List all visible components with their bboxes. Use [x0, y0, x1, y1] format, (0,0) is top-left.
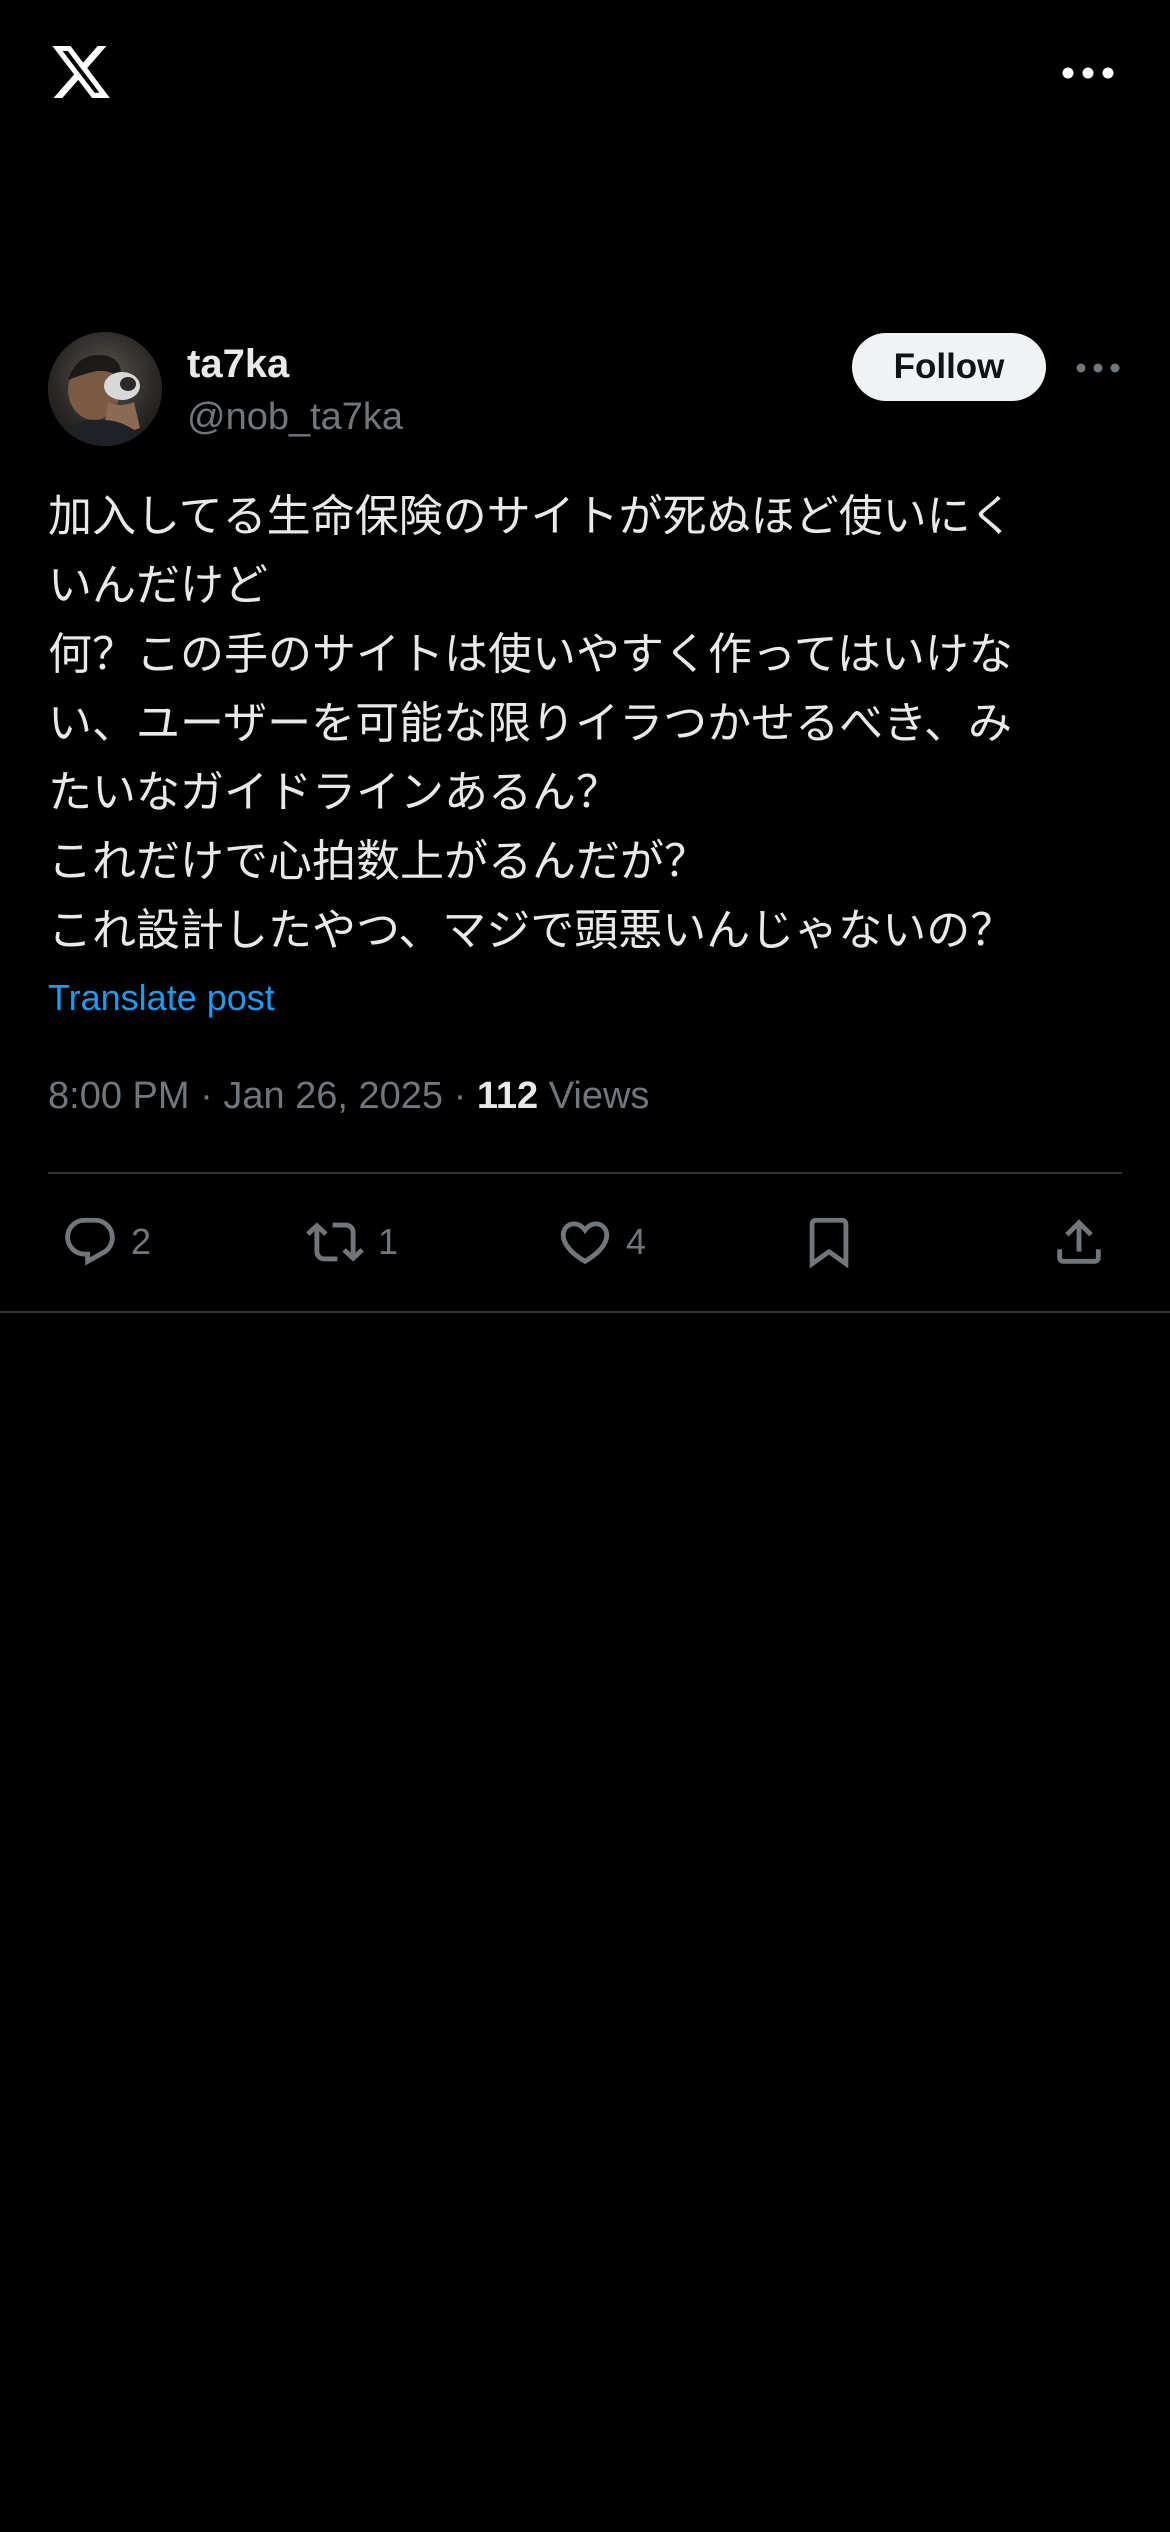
views-count: 112 — [476, 1075, 539, 1117]
meta-separator: · — [200, 1075, 213, 1117]
post-text-line: 加入してる生命保険のサイトが死ぬほど使いにく — [48, 491, 1014, 542]
author-name[interactable]: ta7ka — [187, 340, 289, 388]
bookmark-icon — [809, 1217, 849, 1269]
share-icon — [1057, 1219, 1101, 1264]
more-horizontal-icon[interactable] — [1074, 352, 1122, 384]
post-text-line: たいなガイドラインあるん？ — [48, 767, 620, 818]
post-text-line: い、ユーザーを可能な限りイラつかせるべき、み — [48, 698, 1013, 749]
x-logo-icon[interactable] — [48, 40, 114, 104]
heart-icon — [560, 1221, 610, 1265]
post-text-line: 何？この手のサイトは使いやすく作ってはいけな — [48, 629, 1013, 680]
action-bar: 2 1 4 — [48, 1206, 1122, 1278]
post-text-line: これだけで心拍数上がるんだが？ — [48, 836, 708, 887]
follow-button[interactable]: Follow — [852, 333, 1046, 401]
like-count: 4 — [626, 1221, 647, 1262]
avatar[interactable] — [48, 332, 162, 446]
views-label: Views — [548, 1075, 650, 1117]
post-metadata: 8:00 PM · Jan 26, 2025 · 112 Views — [48, 1072, 649, 1120]
post-date[interactable]: Jan 26, 2025 — [223, 1075, 443, 1117]
translate-post-link[interactable]: Translate post — [48, 975, 275, 1021]
post-time[interactable]: 8:00 PM — [48, 1075, 190, 1117]
bookmark-button[interactable] — [800, 1206, 858, 1278]
like-button[interactable]: 4 — [556, 1206, 646, 1278]
author-handle[interactable]: @nob_ta7ka — [187, 394, 403, 440]
post-text-line: いんだけど — [48, 560, 268, 611]
divider — [0, 1311, 1170, 1313]
post-text: 加入してる生命保険のサイトが死ぬほど使いにく いんだけど 何？この手のサイトは使… — [48, 482, 1122, 965]
repost-icon — [306, 1222, 364, 1262]
repost-count: 1 — [378, 1221, 399, 1262]
meta-separator: · — [453, 1075, 467, 1117]
top-bar — [0, 0, 1170, 150]
post-text-line: これ設計したやつ、マジで頭悪いんじゃないの？ — [48, 905, 1015, 956]
reply-icon — [65, 1217, 115, 1266]
share-button[interactable] — [1050, 1206, 1108, 1278]
reply-button[interactable]: 2 — [61, 1206, 151, 1278]
avatar-photo — [48, 332, 162, 446]
reply-count: 2 — [131, 1221, 152, 1262]
divider — [48, 1172, 1122, 1174]
repost-button[interactable]: 1 — [304, 1206, 398, 1278]
more-horizontal-icon[interactable] — [1060, 55, 1116, 91]
